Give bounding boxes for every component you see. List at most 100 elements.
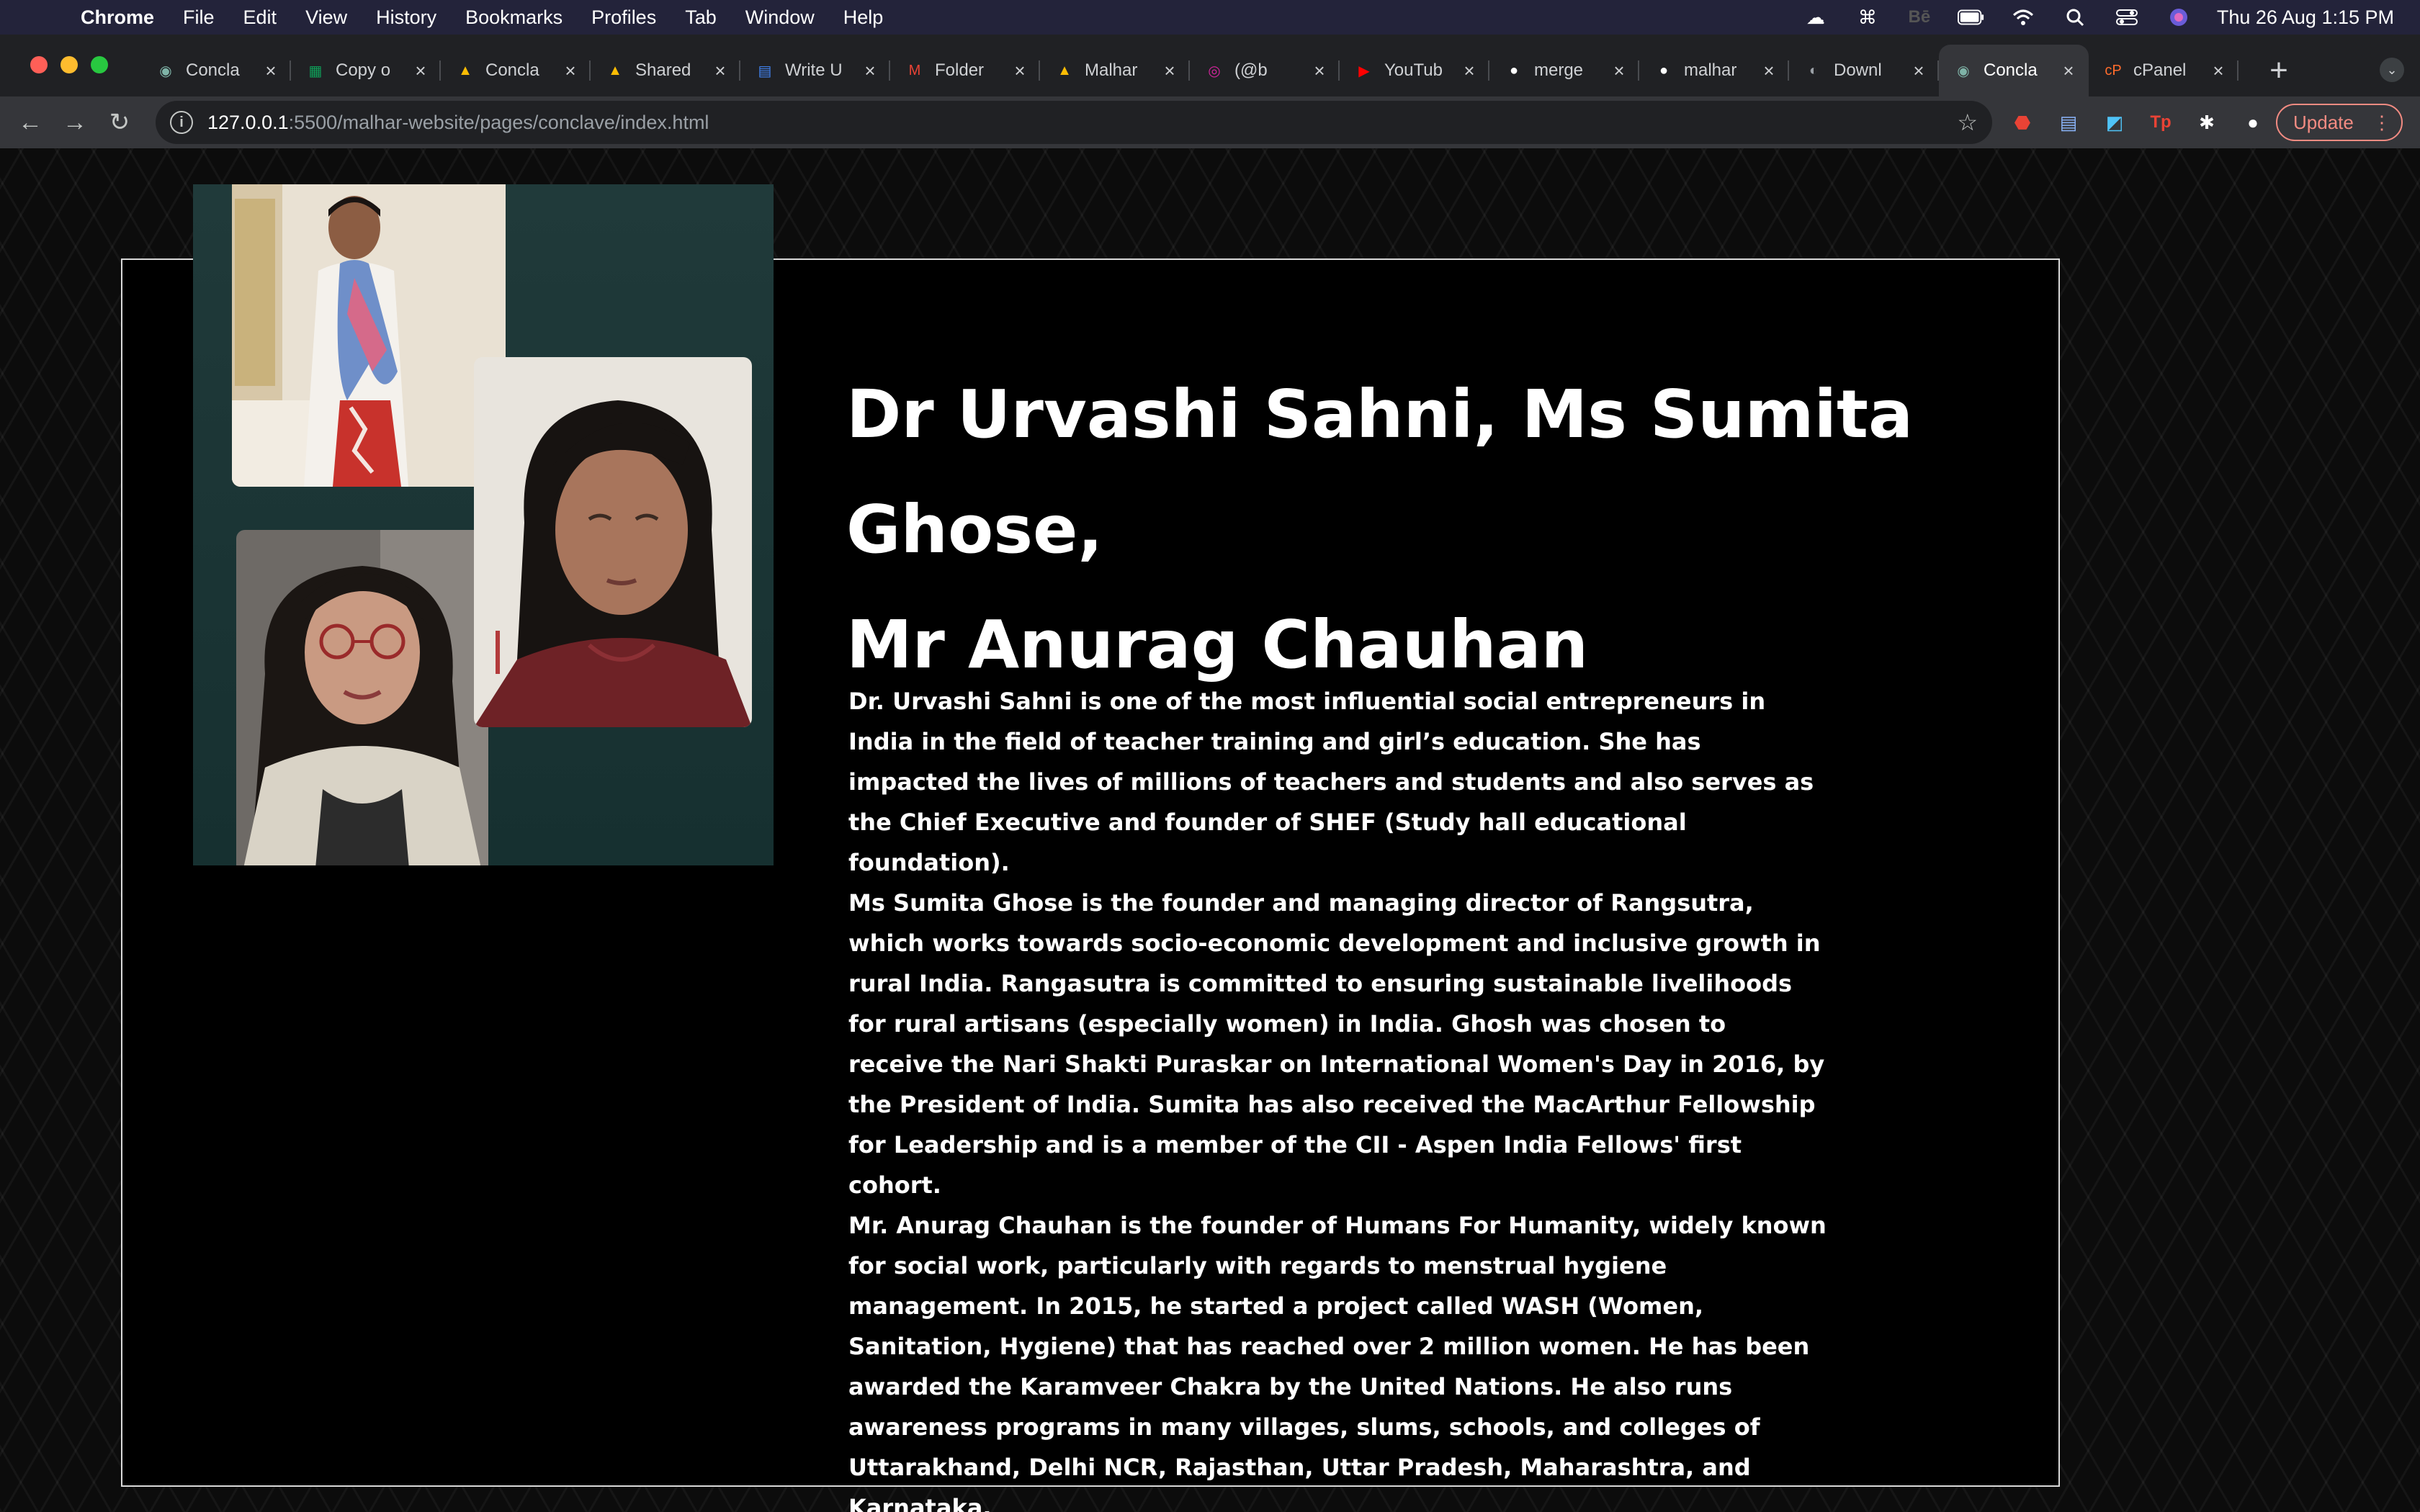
speaker-photo-sumita-ghose (474, 357, 752, 727)
browser-tab[interactable]: ◉ Concla × (141, 45, 291, 96)
menu-window[interactable]: Window (745, 6, 815, 29)
speakers-heading: Dr Urvashi Sahni, Ms Sumita Ghose, Mr An… (846, 357, 2056, 703)
eye-icon: ◉ (159, 63, 172, 79)
menu-help[interactable]: Help (843, 6, 884, 29)
extension-bookmark-icon[interactable]: ▤ (2053, 107, 2084, 138)
close-tab-icon[interactable]: × (411, 60, 431, 82)
speaker-photo-urvashi-sahni (236, 530, 488, 865)
tab-title: Write U (785, 60, 843, 80)
tab-title: Concla (485, 60, 539, 80)
browser-tab[interactable]: ◉ Concla × (1939, 45, 2089, 96)
browser-tab[interactable]: M Folder × (890, 45, 1040, 96)
close-tab-icon[interactable]: × (1609, 60, 1629, 82)
eye-icon: ◉ (1957, 63, 1970, 79)
new-tab-button[interactable]: + (2257, 49, 2300, 92)
globe-icon: ◐ (1809, 62, 1819, 78)
browser-tab[interactable]: ▲ Malhar × (1040, 45, 1190, 96)
gmail-icon: M (908, 62, 921, 78)
menubar-clock[interactable]: Thu 26 Aug 1:15 PM (2217, 6, 2394, 29)
github-icon: ● (1509, 62, 1519, 78)
menu-edit[interactable]: Edit (243, 6, 277, 29)
browser-tab[interactable]: ● merge × (1489, 45, 1639, 96)
browser-toolbar: ← → ↻ i 127.0.0.1:5500/malhar-website/pa… (0, 96, 2420, 148)
close-tab-icon[interactable]: × (710, 60, 730, 82)
sheets-icon: ▦ (308, 63, 323, 79)
browser-tab[interactable]: ◎ (@b × (1190, 45, 1340, 96)
browser-tab[interactable]: ● malhar × (1639, 45, 1789, 96)
extensions-puzzle-icon[interactable]: ✱ (2191, 107, 2223, 138)
close-tab-icon[interactable]: × (1759, 60, 1779, 82)
docs-icon: ▤ (758, 63, 772, 79)
url-path: :5500/malhar-website/pages/conclave/inde… (288, 111, 709, 133)
close-tab-icon[interactable]: × (860, 60, 880, 82)
tab-title: Folder (935, 60, 985, 80)
close-tab-icon[interactable]: × (1459, 60, 1479, 82)
github-icon: ● (1659, 62, 1669, 78)
browser-tab[interactable]: ▤ Write U × (740, 45, 890, 96)
extension-capture-icon[interactable]: ◩ (2099, 107, 2130, 138)
siri-icon[interactable] (2165, 6, 2192, 28)
app-status-icon[interactable]: ⌘ (1854, 6, 1881, 28)
tab-title: Downl (1834, 60, 1882, 80)
cpanel-icon: cP (2105, 62, 2122, 78)
bio-anurag-chauhan: Mr. Anurag Chauhan is the founder of Hum… (848, 1212, 1827, 1512)
close-tab-icon[interactable]: × (2208, 60, 2228, 82)
minimize-window-button[interactable] (60, 56, 78, 73)
drive-icon: ▲ (1057, 62, 1072, 78)
youtube-icon: ▶ (1358, 63, 1370, 79)
profile-avatar-icon[interactable]: ● (2237, 107, 2269, 138)
browser-tab[interactable]: ▶ YouTub × (1340, 45, 1489, 96)
webpage: Dr Urvashi Sahni, Ms Sumita Ghose, Mr An… (0, 148, 2420, 1512)
close-tab-icon[interactable]: × (261, 60, 281, 82)
battery-icon[interactable] (1957, 6, 1985, 28)
tab-title: Copy o (336, 60, 391, 80)
cloud-status-icon[interactable]: ☁ (1802, 6, 1829, 28)
tab-search-button[interactable]: ⌄ (2380, 58, 2404, 82)
wifi-icon[interactable] (2009, 6, 2037, 28)
behance-status-icon[interactable]: Bē (1906, 6, 1933, 28)
url-host: 127.0.0.1 (207, 111, 289, 133)
window-controls (30, 56, 108, 73)
menu-profiles[interactable]: Profiles (591, 6, 656, 29)
site-info-icon[interactable]: i (170, 111, 193, 134)
chrome-menu-icon[interactable]: ⋮ (2372, 112, 2391, 134)
close-tab-icon[interactable]: × (1909, 60, 1929, 82)
menu-history[interactable]: History (376, 6, 436, 29)
close-tab-icon[interactable]: × (1160, 60, 1180, 82)
browser-tab[interactable]: ▲ Concla × (441, 45, 591, 96)
zoom-window-button[interactable] (91, 56, 108, 73)
browser-tab[interactable]: ▲ Shared × (591, 45, 740, 96)
speakers-heading-line-1: Dr Urvashi Sahni, Ms Sumita Ghose, (846, 376, 1914, 568)
address-bar[interactable]: i 127.0.0.1:5500/malhar-website/pages/co… (156, 101, 1992, 144)
extension-adblock-icon[interactable]: ⬣ (2007, 107, 2038, 138)
menu-view[interactable]: View (305, 6, 347, 29)
back-button[interactable]: ← (9, 101, 52, 144)
close-tab-icon[interactable]: × (560, 60, 581, 82)
control-center-icon[interactable] (2113, 6, 2141, 28)
reload-button[interactable]: ↻ (98, 101, 141, 144)
close-tab-icon[interactable]: × (1010, 60, 1030, 82)
menu-tab[interactable]: Tab (685, 6, 717, 29)
speaker-photo-collage (193, 184, 774, 865)
close-tab-icon[interactable]: × (2058, 60, 2079, 82)
spotlight-search-icon[interactable] (2061, 6, 2089, 28)
close-tab-icon[interactable]: × (1309, 60, 1330, 82)
drive-icon: ▲ (608, 62, 622, 78)
update-chrome-button[interactable]: Update ⋮ (2276, 104, 2403, 141)
menu-file[interactable]: File (183, 6, 215, 29)
drive-icon: ▲ (458, 62, 472, 78)
menu-app-name[interactable]: Chrome (81, 6, 154, 29)
browser-tab[interactable]: ▦ Copy o × (291, 45, 441, 96)
browser-tab[interactable]: cP cPanel × (2089, 45, 2238, 96)
forward-button[interactable]: → (53, 101, 97, 144)
close-window-button[interactable] (30, 56, 48, 73)
tab-title: (@b (1234, 60, 1268, 80)
extension-tp-icon[interactable]: Tp (2145, 107, 2177, 138)
bookmark-star-icon[interactable]: ☆ (1957, 109, 1978, 136)
browser-tab-strip: ◉ Concla × ▦ Copy o × ▲ Concla × ▲ Shared × ▤ Write U… (0, 35, 2420, 96)
tab-title: YouTub (1384, 60, 1443, 80)
menu-bookmarks[interactable]: Bookmarks (465, 6, 563, 29)
browser-tab[interactable]: ◐ Downl × (1789, 45, 1939, 96)
bio-urvashi-sahni: Dr. Urvashi Sahni is one of the most inf… (848, 688, 1814, 876)
tab-title: malhar (1684, 60, 1737, 80)
